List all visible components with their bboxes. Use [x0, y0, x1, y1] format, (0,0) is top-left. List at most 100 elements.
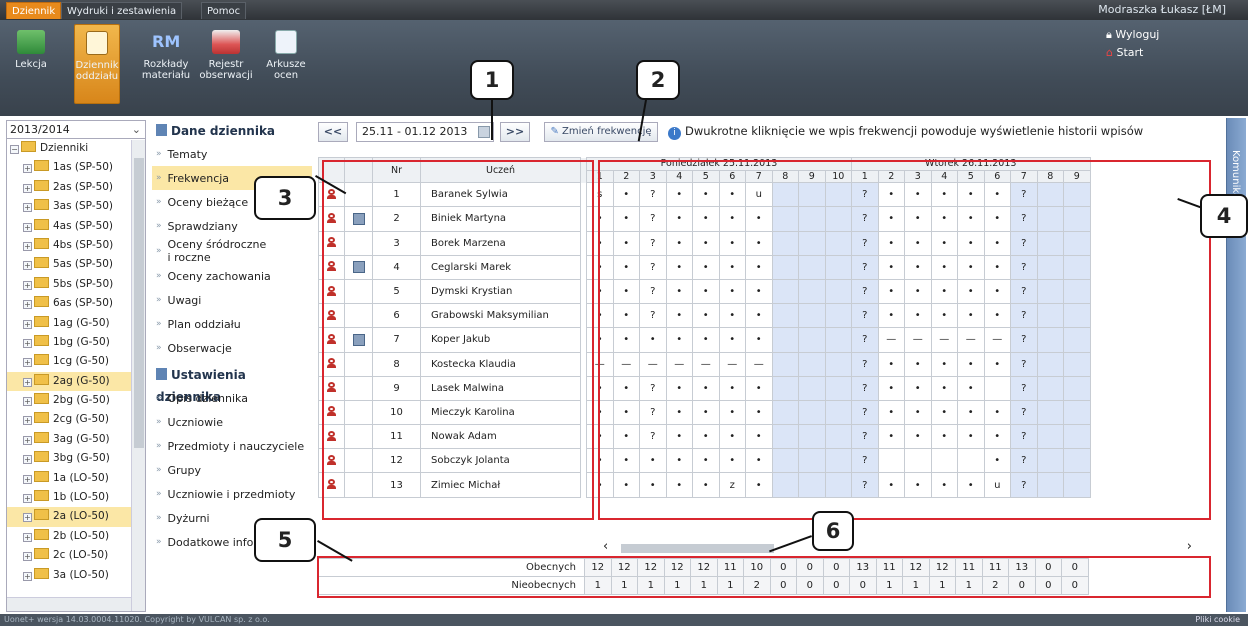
ribbon-label: obserwacji [199, 70, 253, 81]
expand-icon[interactable]: + [23, 222, 32, 232]
nav-item[interactable]: » Uczniowie i przedmioty [152, 482, 312, 506]
scroll-thumb[interactable] [134, 158, 144, 448]
ribbon-lekcja-button[interactable]: Lekcja [12, 24, 50, 104]
expand-icon[interactable]: + [23, 203, 32, 213]
tab-pomoc[interactable]: Pomoc [201, 2, 247, 19]
nav-list-data: » Tematy » Frekwencja » Oceny bieżące » Sprawdz… [152, 142, 312, 360]
tree-item-label: 1as (SP-50) [53, 161, 114, 174]
tree-item[interactable]: +1as (SP-50) [7, 158, 145, 177]
tree-item[interactable]: +1ag (G-50) [7, 314, 145, 333]
ribbon-rejestr-button[interactable]: Rejestr obserwacji [196, 24, 256, 104]
user-name: Modraszka Łukasz [ŁM] [1098, 3, 1226, 16]
expand-icon[interactable]: + [23, 571, 32, 581]
tree-item[interactable]: +2c (LO-50) [7, 546, 145, 565]
expand-icon[interactable]: + [23, 280, 32, 290]
tree-item[interactable]: +1a (LO-50) [7, 469, 145, 488]
chevron-right-icon: » [156, 294, 162, 305]
tree-vertical-scrollbar[interactable] [131, 140, 145, 611]
expand-icon[interactable]: + [23, 241, 32, 251]
chevron-right-icon: » [156, 464, 162, 475]
scroll-left-icon[interactable]: ‹ [603, 539, 608, 554]
expand-icon[interactable]: + [23, 319, 32, 329]
expand-icon[interactable]: + [23, 532, 32, 542]
tree-item[interactable]: +2as (SP-50) [7, 178, 145, 197]
expand-icon[interactable]: + [23, 416, 32, 426]
tree-item[interactable]: +5as (SP-50) [7, 255, 145, 274]
nav-item-label: Dyżurni [167, 511, 210, 525]
section-dane-dziennika: Dane dziennika [152, 120, 312, 142]
tree-item[interactable]: +1bg (G-50) [7, 333, 145, 352]
tree-item[interactable]: +3as (SP-50) [7, 197, 145, 216]
chevron-down-icon[interactable]: ⌄ [132, 121, 141, 138]
tree-item[interactable]: +1cg (G-50) [7, 352, 145, 371]
tab-dziennik[interactable]: Dziennik [6, 2, 62, 19]
tree-item[interactable]: +2b (LO-50) [7, 527, 145, 546]
chevron-right-icon: » [156, 536, 162, 547]
messages-strip[interactable]: Komunikaty [1226, 118, 1246, 612]
cookies-link[interactable]: Pliki cookie [1195, 614, 1240, 626]
tree-item[interactable]: +4bs (SP-50) [7, 236, 145, 255]
ribbon-dziennik-button[interactable]: Dziennik oddziału [74, 24, 120, 104]
grid-horizontal-scrollbar[interactable]: ‹ › [599, 539, 1198, 555]
expand-icon[interactable]: + [23, 494, 32, 504]
tree-item[interactable]: +3bg (G-50) [7, 449, 145, 468]
tree-item-label: 1cg (G-50) [53, 355, 109, 368]
folder-icon [34, 296, 49, 308]
nav-item[interactable]: » Plan oddziału [152, 312, 312, 336]
nav-item[interactable]: » Obserwacje [152, 336, 312, 360]
scroll-thumb[interactable] [621, 544, 774, 553]
prev-week-button[interactable]: << [318, 122, 348, 142]
next-week-button[interactable]: >> [500, 122, 530, 142]
expand-icon[interactable]: + [23, 338, 32, 348]
nav-item[interactable]: » Uwagi [152, 288, 312, 312]
tree-item[interactable]: +2a (LO-50) [7, 507, 145, 527]
expand-icon[interactable]: + [23, 474, 32, 484]
tree-item[interactable]: +6as (SP-50) [7, 294, 145, 313]
tree-item[interactable]: +4as (SP-50) [7, 217, 145, 236]
tree-item[interactable]: +2ag (G-50) [7, 371, 145, 392]
tree-item[interactable]: +1b (LO-50) [7, 488, 145, 507]
date-range-field[interactable]: 25.11 - 01.12 2013 [356, 122, 494, 142]
nav-item[interactable]: » Oceny zachowania [152, 264, 312, 288]
tree-root[interactable]: − Dzienniki [7, 139, 145, 158]
tree-item[interactable]: +3a (LO-50) [7, 566, 145, 585]
calendar-icon[interactable] [478, 126, 490, 138]
expand-icon[interactable]: + [23, 455, 32, 465]
tree-item[interactable]: +2bg (G-50) [7, 391, 145, 410]
tree-item-label: 3ag (G-50) [53, 432, 110, 445]
ribbon-label: Rozkłady [143, 59, 189, 70]
expand-icon[interactable]: + [23, 358, 32, 368]
expand-icon[interactable]: + [23, 183, 32, 193]
expand-icon[interactable]: + [23, 300, 32, 310]
tab-wydruki[interactable]: Wydruki i zestawienia [61, 2, 183, 19]
nav-item[interactable]: » Przedmioty i nauczyciele [152, 434, 312, 458]
tree-item[interactable]: +2cg (G-50) [7, 410, 145, 429]
nav-item[interactable]: » Tematy [152, 142, 312, 166]
tree-horizontal-scrollbar[interactable] [7, 597, 131, 611]
nav-item[interactable]: » Grupy [152, 458, 312, 482]
expand-icon[interactable]: + [23, 397, 32, 407]
expand-icon[interactable]: + [23, 513, 32, 523]
start-link[interactable]: ⌂ Start [1106, 44, 1159, 62]
tree-item-label: 2a (LO-50) [53, 510, 109, 523]
class-tree-panel: 2013/2014 ⌄ − Dzienniki +1as (SP-50) +2as (S… [6, 120, 146, 612]
folder-icon [34, 470, 49, 482]
chevron-right-icon: » [156, 148, 162, 159]
nav-item[interactable]: » Oceny śródroczne i roczne [152, 238, 312, 264]
logout-link[interactable]: 🔒︎ Wyloguj [1106, 26, 1159, 44]
expand-icon[interactable]: + [23, 164, 32, 174]
expand-icon[interactable]: + [23, 377, 32, 387]
expand-icon[interactable]: + [23, 552, 32, 562]
tree-item[interactable]: +5bs (SP-50) [7, 275, 145, 294]
year-select[interactable]: 2013/2014 ⌄ [7, 121, 145, 139]
expand-icon[interactable]: + [23, 261, 32, 271]
expand-icon[interactable]: + [23, 435, 32, 445]
collapse-icon[interactable]: − [10, 145, 19, 154]
scroll-right-icon[interactable]: › [1187, 539, 1192, 554]
ribbon-arkusze-button[interactable]: Arkusze ocen [262, 24, 310, 104]
ribbon-rozklady-button[interactable]: RM Rozkłady materiału [140, 24, 192, 104]
nav-item[interactable]: » Uczniowie [152, 410, 312, 434]
folder-icon [34, 218, 49, 230]
tree-item[interactable]: +3ag (G-50) [7, 430, 145, 449]
folder-icon [34, 257, 49, 269]
